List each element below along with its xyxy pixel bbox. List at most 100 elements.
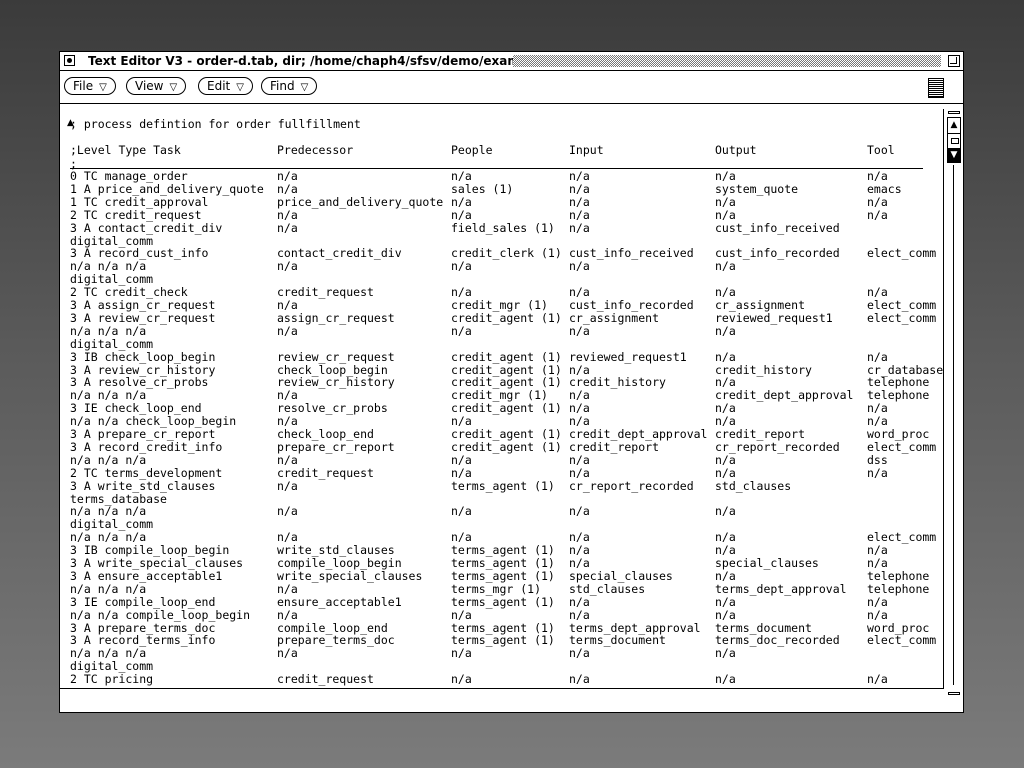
cell-people: n/a [451, 207, 472, 222]
cell-tool: n/a [867, 672, 888, 687]
cell-task: 2 TC terms_development [70, 465, 223, 480]
menu-button-find[interactable]: Find ▽ [261, 77, 318, 95]
cell-people: n/a [451, 194, 472, 209]
window-title: Text Editor V3 - order-d.tab, dir; /home… [88, 54, 554, 68]
cell-task: 1 TC credit_approval [70, 194, 209, 209]
cell-output: n/a [715, 323, 736, 338]
cell-task: n/a n/a n/a [70, 323, 147, 338]
cell-input: n/a [569, 207, 590, 222]
scrollbar-track[interactable] [953, 165, 954, 685]
cell-predecessor: n/a [277, 207, 298, 222]
cell-input: n/a [569, 646, 590, 661]
scrollbar-elevator[interactable]: ▲ ▼ [947, 117, 961, 163]
cell-output: n/a [715, 504, 736, 519]
text-pane[interactable]: ▲ ; process defintion for order fullfill… [60, 109, 944, 689]
header-people: People [451, 143, 493, 157]
cell-people: terms_agent (1) [451, 594, 555, 609]
cell-input: n/a [569, 607, 590, 622]
cell-people: n/a [451, 646, 472, 661]
cell-task: 3 IB check_loop_begin [70, 349, 216, 364]
scrollbar-top-anchor[interactable] [948, 111, 960, 114]
cell-task: 3 IE compile_loop_end [70, 594, 216, 609]
cell-predecessor: assign_cr_request [277, 310, 395, 325]
cell-input: n/a [569, 504, 590, 519]
cell-input: reviewed_request1 [569, 349, 687, 364]
header-level-type-task: ;Level Type Task [70, 143, 181, 157]
cell-tool: elect_comm [867, 246, 937, 261]
cell-people: n/a [451, 323, 472, 338]
menu-button-file[interactable]: File ▽ [64, 77, 116, 95]
cell-task: 3 A review_cr_request [70, 310, 216, 325]
menu-triangle-icon: ▽ [236, 82, 244, 93]
cell-input: std_clauses [569, 581, 646, 596]
title-bar[interactable]: Text Editor V3 - order-d.tab, dir; /home… [60, 52, 963, 71]
cell-people: terms_agent (1) [451, 478, 555, 493]
cell-input: credit_report [569, 439, 660, 454]
cell-tool: dss [867, 452, 888, 467]
menu-triangle-icon: ▽ [169, 82, 178, 93]
scroll-up-arrow-icon[interactable]: ▲ [948, 118, 960, 134]
cell-output: system_quote [715, 181, 799, 196]
document-icon [928, 78, 944, 98]
cell-people: credit_agent (1) [451, 439, 562, 454]
cell-output: reviewed_request1 [715, 310, 833, 325]
cell-tool: elect_comm [867, 310, 937, 325]
cell-people: n/a [451, 504, 472, 519]
menu-triangle-icon: ▽ [300, 82, 309, 93]
header-divider [70, 168, 923, 169]
cell-output: n/a [715, 207, 736, 222]
vertical-scrollbar[interactable]: ▲ ▼ [946, 109, 962, 697]
cell-people: n/a [451, 465, 472, 480]
scroll-down-arrow-icon[interactable]: ▼ [948, 149, 960, 162]
scroll-drag-area[interactable] [948, 133, 960, 149]
cell-output: n/a [715, 672, 736, 687]
cell-output: n/a [715, 607, 736, 622]
cell-tool: elect_comm [867, 633, 937, 648]
cell-people: n/a [451, 452, 472, 467]
cell-task: 2 TC pricing [70, 672, 154, 687]
menu-button-label: Edit [207, 79, 231, 93]
cell-output: n/a [715, 452, 736, 467]
cell-tool: n/a [867, 349, 888, 364]
menu-button-view[interactable]: View ▽ [126, 77, 187, 95]
cell-output: std_clauses [715, 478, 792, 493]
window-menu-icon[interactable] [64, 55, 75, 66]
cell-task: 2 TC credit_request [70, 207, 202, 222]
resize-corner-icon[interactable] [948, 55, 960, 67]
cell-input: n/a [569, 465, 590, 480]
cell-predecessor: n/a [277, 323, 298, 338]
cell-output: cust_info_received [715, 220, 840, 235]
cell-tool: n/a [867, 194, 888, 209]
cell-people: credit_agent (1) [451, 349, 562, 364]
cell-task: n/a n/a n/a [70, 452, 147, 467]
cell-tool: telephone [867, 581, 930, 596]
menu-triangle-icon: ▽ [99, 82, 107, 93]
cell-predecessor: ensure_acceptable1 [277, 594, 402, 609]
cell-tool: n/a [867, 207, 888, 222]
header-input: Input [569, 143, 604, 157]
header-predecessor: Predecessor [277, 143, 354, 157]
cell-predecessor: n/a [277, 607, 298, 622]
cell-task: 3 A record_credit_info [70, 439, 223, 454]
cell-output: terms_dept_approval [715, 581, 847, 596]
cell-input: n/a [569, 323, 590, 338]
menu-button-edit[interactable]: Edit ▽ [198, 77, 253, 95]
cell-people: terms_mgr (1) [451, 581, 542, 596]
cell-people: n/a [451, 607, 472, 622]
cell-tool: n/a [867, 607, 888, 622]
cell-input: cr_report_recorded [569, 478, 694, 493]
scrollbar-bottom-anchor[interactable] [948, 692, 960, 695]
menu-button-label: Find [270, 79, 295, 93]
cell-predecessor: prepare_cr_report [277, 439, 395, 454]
cell-predecessor: credit_request [277, 672, 374, 687]
cell-predecessor: n/a [277, 581, 298, 596]
cell-input: n/a [569, 259, 590, 274]
cell-task: n/a n/a n/a [70, 581, 147, 596]
cell-output: n/a [715, 194, 736, 209]
cell-predecessor: price_and_delivery_quote [277, 194, 444, 209]
menu-button-label: View [135, 79, 164, 93]
cell-task: 3 A write_std_clauses [70, 478, 216, 493]
cell-output: n/a [715, 646, 736, 661]
cell-task: 1 A price_and_delivery_quote [70, 181, 264, 196]
cell-tool: emacs [867, 181, 902, 196]
